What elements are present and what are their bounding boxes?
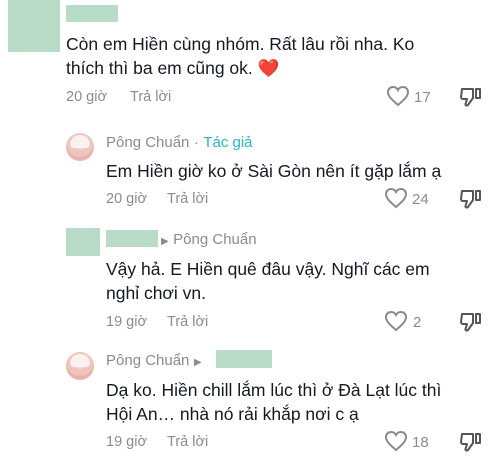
comment-time: 20 giờ	[66, 89, 107, 105]
comment-text: nghỉ chơi vn.	[106, 283, 207, 303]
separator: ·	[193, 134, 199, 151]
heart-emoji: ❤️	[257, 58, 280, 78]
thumbs-down-icon[interactable]	[459, 188, 483, 210]
heart-outline-icon[interactable]	[386, 85, 410, 107]
redacted-username	[66, 5, 118, 22]
triangle-right-icon: ▶	[161, 236, 169, 247]
author-name[interactable]: Pông Chuẩn	[106, 134, 189, 151]
reply-button[interactable]: Trả lời	[167, 434, 208, 450]
thumbs-down-icon[interactable]	[459, 431, 483, 453]
comment-time: 19 giờ	[106, 314, 147, 330]
comment-text-line: thích thì ba em cũng ok.	[66, 58, 253, 78]
reply-button[interactable]: Trả lời	[130, 89, 171, 105]
redacted-username	[216, 350, 272, 368]
triangle-right-icon: ▶	[193, 357, 202, 368]
comment-header: Pông Chuẩn ▶	[106, 352, 202, 370]
heart-outline-icon[interactable]	[384, 310, 408, 332]
heart-outline-icon[interactable]	[384, 430, 408, 452]
reply-button[interactable]: Trả lời	[167, 191, 208, 207]
comment-text: thích thì ba em cũng ok. ❤️	[66, 54, 279, 82]
reply-to-name[interactable]: Pông Chuẩn	[173, 231, 256, 248]
like-count: 18	[412, 434, 429, 451]
comment-text-line: Còn em Hiền cùng nhóm. Rất lâu rồi nha. …	[66, 34, 415, 54]
reply-button[interactable]: Trả lời	[167, 314, 208, 330]
heart-outline-icon[interactable]	[384, 187, 408, 209]
avatar[interactable]	[66, 133, 94, 161]
like-count: 17	[414, 89, 431, 106]
comment-header: Pông Chuẩn · Tác giả	[106, 134, 253, 152]
thumbs-down-icon[interactable]	[459, 86, 483, 108]
like-count: 2	[413, 314, 422, 331]
avatar[interactable]	[66, 352, 94, 380]
comment-time: 20 giờ	[106, 191, 147, 207]
redacted-avatar	[8, 0, 60, 52]
redacted-username	[106, 230, 158, 247]
author-name[interactable]: Pông Chuẩn	[106, 352, 189, 369]
author-badge: Tác giả	[203, 134, 253, 151]
comment-text: Hội An… nhà nó rải khắp nơi c ạ	[106, 404, 359, 424]
comment-text: Em Hiền giờ ko ở Sài Gòn nên ít gặp lắm …	[106, 161, 442, 181]
redacted-avatar	[66, 228, 100, 256]
comment-header: ▶ Pông Chuẩn	[161, 231, 257, 249]
comment-time: 19 giờ	[106, 434, 147, 450]
like-count: 24	[412, 191, 429, 208]
thumbs-down-icon[interactable]	[459, 311, 483, 333]
